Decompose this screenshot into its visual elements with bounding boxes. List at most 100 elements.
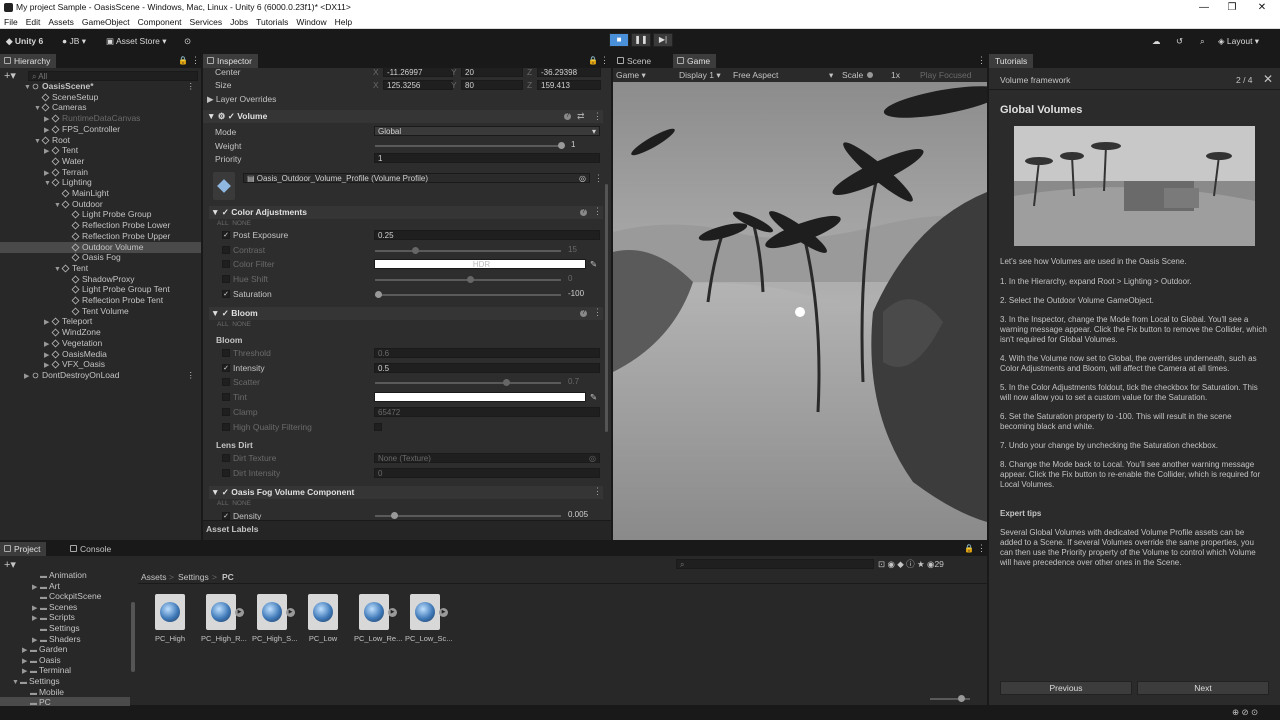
history-icon[interactable]: ↺ <box>1176 34 1183 48</box>
volume-component-header[interactable]: ▼ ⚙ ✓ Volume <box>203 110 603 123</box>
folder-item[interactable]: ▬ CockpitScene <box>0 591 130 602</box>
density-field[interactable]: 0.005 <box>565 510 600 520</box>
override-checkbox[interactable]: ✓ <box>222 289 230 298</box>
override-checkbox[interactable] <box>222 393 230 402</box>
more-icon[interactable]: ⋮ <box>187 370 196 381</box>
asset-item[interactable]: PC_Low <box>303 594 343 643</box>
tab-tutorials[interactable]: Tutorials <box>989 54 1034 68</box>
override-checkbox[interactable] <box>222 422 230 431</box>
mode-dropdown[interactable]: Global ▾ <box>374 126 600 136</box>
property-slider-track[interactable] <box>375 382 561 385</box>
profile-menu-icon[interactable]: ⋮ <box>594 173 603 184</box>
lock-icon[interactable]: 🔒 <box>588 56 598 65</box>
tab-inspector[interactable]: Inspector <box>203 54 258 68</box>
hierarchy-item[interactable]: Outdoor Volume <box>0 241 201 253</box>
folder-tree-scrollbar[interactable] <box>131 602 135 672</box>
override-checkbox[interactable] <box>222 260 230 269</box>
more-icon[interactable]: ⋮ <box>600 55 609 66</box>
folder-item[interactable]: ▶ ▬ Oasis <box>0 655 130 666</box>
lock-icon[interactable]: 🔒 <box>964 544 974 553</box>
tab-scene[interactable]: Scene <box>613 54 657 68</box>
folder-item[interactable]: ▶ ▬ Scenes <box>0 602 130 613</box>
weight-slider-track[interactable] <box>375 145 561 147</box>
all-toggle[interactable]: ALL <box>217 321 229 328</box>
property-value[interactable]: 0 <box>565 274 600 284</box>
override-checkbox[interactable] <box>222 378 230 387</box>
center-z-field[interactable]: -36.29398 <box>537 67 601 77</box>
more-icon[interactable]: ⋮ <box>977 55 986 66</box>
folder-item[interactable]: ▶ ▬ Garden <box>0 644 130 655</box>
menu-gameobject[interactable]: GameObject <box>78 15 134 29</box>
hierarchy-item[interactable]: Tent Volume <box>0 306 201 317</box>
menu-tutorials[interactable]: Tutorials <box>252 15 292 29</box>
hierarchy-item[interactable]: MainLight <box>0 188 201 199</box>
pause-button[interactable]: ❚❚ <box>631 33 651 47</box>
property-slider-knob[interactable] <box>375 290 382 298</box>
property-slider-track[interactable] <box>375 293 561 296</box>
chevron-down-icon[interactable]: ▾ <box>829 70 833 81</box>
folder-item[interactable]: ▶ ▬ Scripts <box>0 612 130 623</box>
menu-assets[interactable]: Assets <box>44 15 78 29</box>
tab-console[interactable]: Console <box>66 542 117 556</box>
scale-slider-knob[interactable] <box>867 72 873 78</box>
hierarchy-item[interactable]: ▶ Tent <box>0 145 201 156</box>
all-toggle[interactable]: ALL <box>217 220 229 227</box>
hierarchy-item[interactable]: ▶ FPS_Controller <box>0 124 201 135</box>
hierarchy-item[interactable]: ▼ Tent <box>0 263 201 274</box>
all-toggle[interactable]: ALL <box>217 500 229 507</box>
hierarchy-item[interactable]: ▼ OasisScene* ⋮ <box>0 81 201 92</box>
override-checkbox[interactable] <box>222 407 230 416</box>
search-icon[interactable]: ⌕ <box>1200 34 1205 48</box>
layout-button[interactable]: ◈ Layout ▾ <box>1218 34 1259 48</box>
color-adjustments-header[interactable]: ▼ ✓ Color Adjustments <box>209 206 603 219</box>
hierarchy-item[interactable]: Reflection Probe Upper <box>0 231 201 242</box>
menu-window[interactable]: Window <box>292 15 330 29</box>
eyedropper-icon[interactable]: ✎ <box>590 392 597 403</box>
asset-item[interactable]: ▶ PC_High_R... <box>201 594 247 643</box>
breadcrumb-assets[interactable]: Assets <box>141 572 167 582</box>
dirt-texture-field[interactable]: None (Texture) ◎ <box>374 453 600 463</box>
tab-hierarchy[interactable]: Hierarchy <box>0 54 57 68</box>
breadcrumb-pc[interactable]: PC <box>222 572 234 582</box>
close-icon[interactable]: ✕ <box>1263 72 1273 86</box>
filter-icons[interactable]: ⊡ ◉ ◆ ⓘ ★ ◉29 <box>878 558 944 570</box>
folder-item[interactable]: ▶ ▬ Shaders <box>0 634 130 645</box>
override-menu-icon[interactable]: ⋮ <box>593 206 602 217</box>
game-mode-dropdown[interactable]: Game ▾ <box>616 70 646 81</box>
layer-overrides-foldout[interactable]: ▶ Layer Overrides <box>207 94 276 105</box>
asset-labels-bar[interactable]: Asset Labels <box>203 520 611 540</box>
folder-item[interactable]: ▬ Settings <box>0 623 130 634</box>
property-slider-track[interactable] <box>375 249 561 252</box>
presets-icon[interactable]: ⇄ <box>577 111 585 122</box>
override-checkbox[interactable]: ✓ <box>222 363 230 372</box>
color-field[interactable]: HDR <box>374 259 586 270</box>
status-icons[interactable]: ⊕ ⊘ ⊙ <box>1232 707 1258 718</box>
component-menu-icon[interactable]: ⋮ <box>593 486 602 497</box>
asset-store-button[interactable]: ▣ Asset Store ▾ <box>106 34 167 48</box>
bloom-all-none[interactable]: ALL NONE <box>217 321 251 328</box>
override-menu-icon[interactable]: ⋮ <box>593 307 602 318</box>
expand-icon[interactable]: ▶ <box>235 608 244 617</box>
center-y-field[interactable]: 20 <box>461 67 523 77</box>
hierarchy-item[interactable]: Light Probe Group <box>0 209 201 220</box>
hierarchy-item[interactable]: ▶ OasisMedia <box>0 349 201 360</box>
size-x-field[interactable]: 125.3256 <box>383 80 453 90</box>
help-icon[interactable]: ? <box>580 310 587 317</box>
cloud-icon[interactable]: ⊙ <box>184 34 191 48</box>
hierarchy-item[interactable]: ShadowProxy <box>0 274 201 285</box>
game-viewport[interactable] <box>613 82 987 540</box>
breadcrumb-settings[interactable]: Settings <box>178 572 209 582</box>
component-menu-icon[interactable]: ⋮ <box>593 111 602 122</box>
foldout-arrow-icon[interactable]: ▶ <box>24 371 32 382</box>
color-field[interactable] <box>374 392 586 403</box>
tab-game[interactable]: Game <box>673 54 717 68</box>
property-value[interactable]: -100 <box>565 289 600 299</box>
override-checkbox[interactable] <box>222 245 230 254</box>
unity-logo-button[interactable]: ◆ Unity 6 <box>6 34 43 48</box>
display-dropdown[interactable]: Display 1 ▾ <box>679 70 721 81</box>
menu-file[interactable]: File <box>0 15 22 29</box>
dirt-intensity-override-checkbox[interactable] <box>222 469 230 477</box>
menu-services[interactable]: Services <box>186 15 227 29</box>
property-slider-knob[interactable] <box>503 379 511 387</box>
weight-field[interactable]: 1 <box>568 140 600 150</box>
